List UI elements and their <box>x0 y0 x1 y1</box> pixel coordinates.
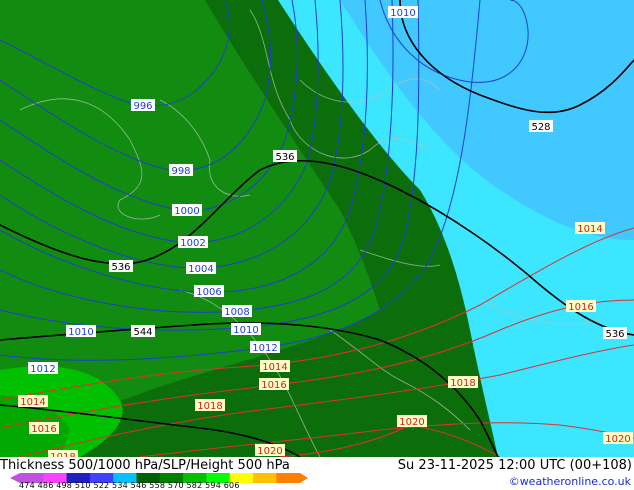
weather-map: 996 998 1000 1002 1004 1006 1008 1010 10… <box>0 0 634 457</box>
slp-label: 998 <box>171 166 190 177</box>
slp-label: 1014 <box>20 397 45 408</box>
height-label: 528 <box>531 122 550 133</box>
color-scale-arrow-right <box>300 473 308 483</box>
slp-label: 1014 <box>262 362 287 373</box>
map-title: Thickness 500/1000 hPa/SLP/Height 500 hP… <box>0 458 290 473</box>
slp-label: 1010 <box>390 8 415 19</box>
color-scale-swatch <box>276 473 301 483</box>
slp-label: 1012 <box>252 343 277 354</box>
height-label: 536 <box>605 329 624 340</box>
slp-label: 1020 <box>257 446 282 457</box>
slp-label: 1016 <box>568 302 593 313</box>
valid-time: Su 23-11-2025 12:00 UTC (00+108) <box>397 458 632 473</box>
credit-link[interactable]: ©weatheronline.co.uk <box>509 475 631 488</box>
height-label: 536 <box>275 152 294 163</box>
slp-label: 1020 <box>605 434 630 445</box>
slp-label: 1016 <box>31 424 56 435</box>
slp-label: 1006 <box>196 287 221 298</box>
slp-label: 1020 <box>399 417 424 428</box>
slp-label: 1012 <box>30 364 55 375</box>
color-scale-labels: 474 486 498 510 522 534 546 558 570 582 … <box>19 481 240 490</box>
height-label: 544 <box>133 327 152 338</box>
slp-label: 1004 <box>188 264 213 275</box>
slp-label: 1014 <box>577 224 602 235</box>
slp-label: 1000 <box>174 206 199 217</box>
slp-label: 1002 <box>180 238 205 249</box>
color-scale-swatch <box>253 473 277 483</box>
slp-label: 1018 <box>197 401 222 412</box>
slp-label: 996 <box>133 101 152 112</box>
slp-label: 1016 <box>261 380 286 391</box>
slp-label: 1018 <box>450 378 475 389</box>
slp-label: 1010 <box>68 327 93 338</box>
slp-label: 1010 <box>233 325 258 336</box>
slp-label: 1008 <box>224 307 249 318</box>
height-label: 536 <box>111 262 130 273</box>
